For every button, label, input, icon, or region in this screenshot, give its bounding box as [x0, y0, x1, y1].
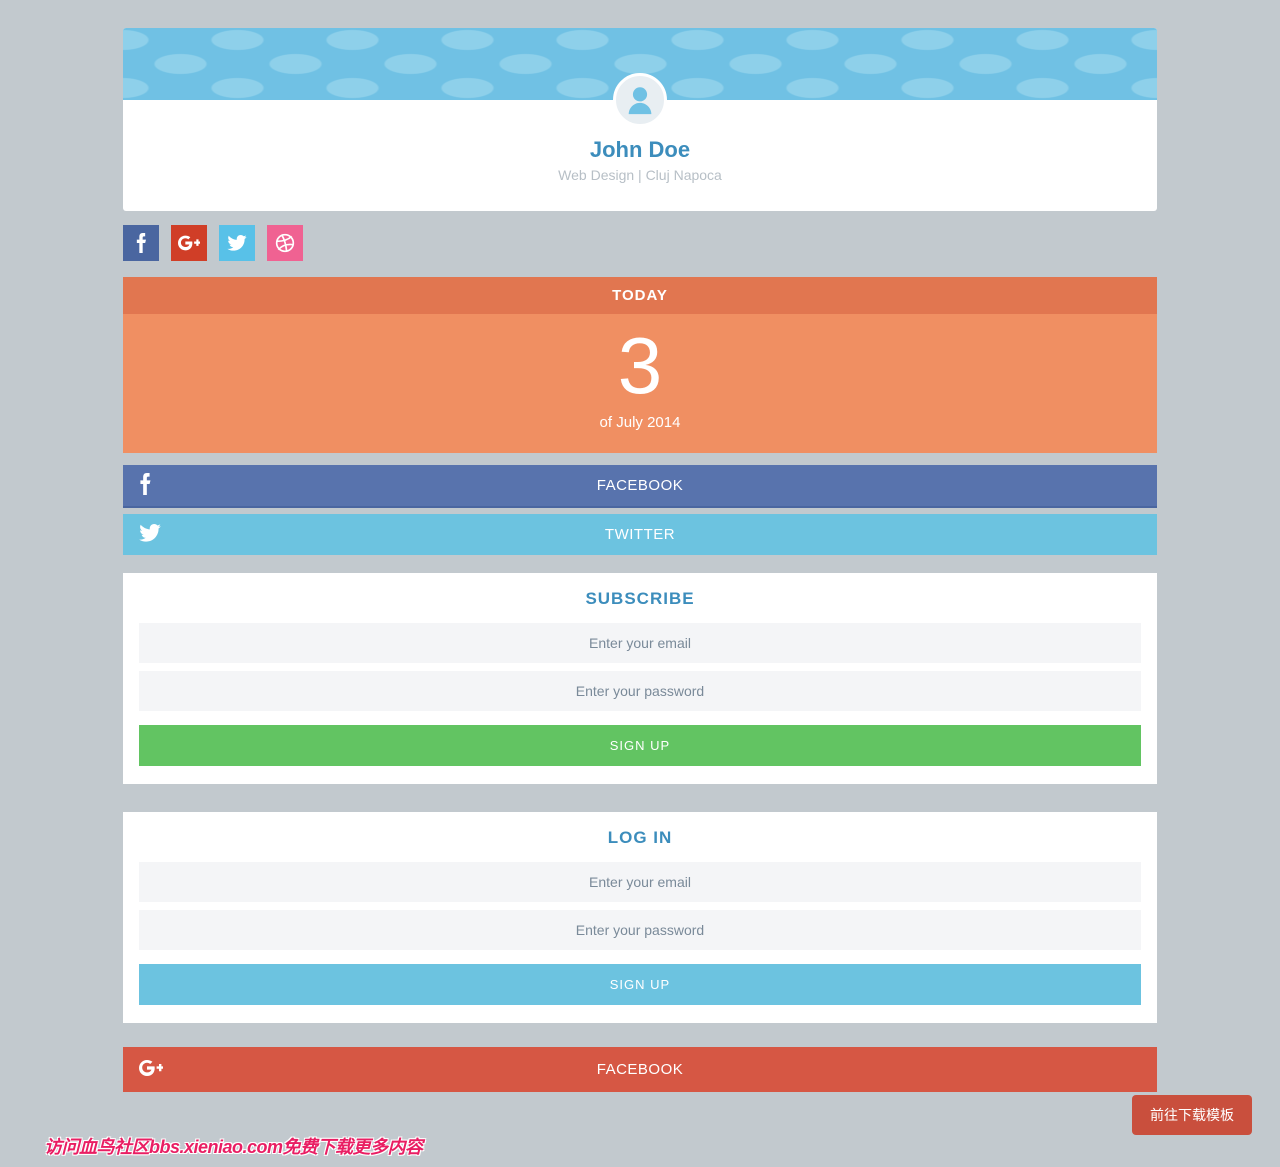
today-body: 3 of July 2014	[123, 314, 1157, 453]
subscribe-submit-button[interactable]: SIGN UP	[139, 725, 1141, 766]
google-plus-button[interactable]	[171, 225, 207, 261]
download-template-button[interactable]: 前往下载模板	[1132, 1095, 1252, 1135]
subscribe-email-input[interactable]	[139, 623, 1141, 663]
avatar	[613, 73, 667, 127]
watermark-text: 访问血鸟社区bbs.xieniao.com免费下载更多内容	[44, 1133, 423, 1159]
user-icon	[623, 83, 657, 117]
facebook-icon	[135, 233, 147, 253]
google-plus-icon	[139, 1060, 163, 1080]
facebook-bar-label: FACEBOOK	[597, 477, 684, 494]
twitter-bar-label: TWITTER	[605, 526, 675, 543]
google-plus-icon	[178, 235, 200, 251]
dribbble-icon	[275, 233, 295, 253]
subscribe-title: SUBSCRIBE	[139, 589, 1141, 609]
social-row	[123, 225, 1157, 261]
twitter-icon	[227, 235, 247, 251]
red-facebook-bar[interactable]: FACEBOOK	[123, 1047, 1157, 1092]
facebook-icon	[139, 473, 151, 499]
twitter-button[interactable]	[219, 225, 255, 261]
login-title: LOG IN	[139, 828, 1141, 848]
subscribe-password-input[interactable]	[139, 671, 1141, 711]
twitter-bar[interactable]: TWITTER	[123, 514, 1157, 555]
login-submit-button[interactable]: SIGN UP	[139, 964, 1141, 1005]
profile-name: John Doe	[123, 137, 1157, 163]
twitter-icon	[139, 524, 161, 546]
dribbble-button[interactable]	[267, 225, 303, 261]
red-facebook-bar-label: FACEBOOK	[597, 1061, 684, 1078]
login-password-input[interactable]	[139, 910, 1141, 950]
today-card: TODAY 3 of July 2014	[123, 277, 1157, 453]
login-email-input[interactable]	[139, 862, 1141, 902]
profile-card: John Doe Web Design | Cluj Napoca	[123, 28, 1157, 211]
subscribe-panel: SUBSCRIBE SIGN UP	[123, 573, 1157, 784]
today-label: TODAY	[123, 277, 1157, 314]
today-day: 3	[123, 322, 1157, 410]
facebook-button[interactable]	[123, 225, 159, 261]
profile-subtitle: Web Design | Cluj Napoca	[123, 167, 1157, 211]
login-panel: LOG IN SIGN UP	[123, 812, 1157, 1023]
today-sub: of July 2014	[123, 414, 1157, 431]
facebook-bar[interactable]: FACEBOOK	[123, 465, 1157, 508]
